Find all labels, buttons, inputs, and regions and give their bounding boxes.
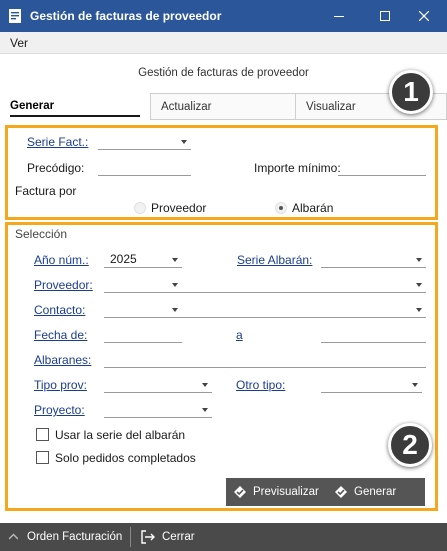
action-button-bar: Previsualizar Generar (226, 478, 425, 506)
contacto-label[interactable]: Contacto: (34, 303, 85, 317)
orden-facturacion-button[interactable]: Orden Facturación (9, 523, 122, 551)
contacto-name-select[interactable] (182, 302, 426, 318)
close-button[interactable] (401, 0, 447, 32)
chevron-up-icon (9, 533, 18, 540)
tab-generar-label: Generar (10, 100, 55, 112)
minimize-button[interactable] (316, 0, 362, 32)
cerrar-button[interactable]: Cerrar (140, 523, 195, 551)
chevron-down-icon (172, 258, 178, 262)
tab-generar[interactable]: Generar (0, 93, 150, 119)
menu-bar: Ver (0, 32, 447, 54)
seleccion-title: Selección (15, 227, 68, 241)
generar-button[interactable]: Generar (334, 478, 396, 506)
chevron-down-icon (202, 408, 208, 412)
chevron-down-icon (181, 140, 187, 144)
serie-fact-label[interactable]: Serie Fact.: (27, 135, 88, 149)
tab-visualizar-label: Visualizar (306, 101, 356, 113)
otro-tipo-label[interactable]: Otro tipo: (236, 378, 285, 392)
chevron-down-icon (202, 383, 208, 387)
previsualizar-button[interactable]: Previsualizar (233, 478, 319, 506)
radio-albaran[interactable] (275, 202, 287, 214)
ano-num-select[interactable]: 2025 (104, 252, 182, 268)
window-title: Gestión de facturas de proveedor (30, 9, 222, 23)
proyecto-select[interactable] (104, 402, 212, 418)
fecha-de-input[interactable] (104, 327, 182, 343)
fecha-a-label[interactable]: a (236, 328, 243, 342)
bottom-bar-separator (130, 527, 131, 547)
tab-actualizar[interactable]: Actualizar (150, 93, 295, 119)
menu-ver[interactable]: Ver (10, 36, 28, 50)
bottom-bar: Orden Facturación Cerrar (0, 523, 447, 551)
minimize-icon (334, 16, 344, 17)
chevron-down-icon (412, 383, 418, 387)
serie-fact-select[interactable] (98, 134, 191, 150)
usar-serie-checkbox[interactable] (36, 428, 49, 441)
fecha-de-label[interactable]: Fecha de: (34, 328, 87, 342)
chevron-down-icon (416, 258, 422, 262)
radio-albaran-label: Albarán (292, 201, 334, 215)
ano-num-label[interactable]: Año núm.: (34, 253, 89, 267)
solo-pedidos-checkbox[interactable] (36, 451, 49, 464)
chevron-down-icon (416, 308, 422, 312)
proveedor-label[interactable]: Proveedor: (34, 278, 93, 292)
precodigo-label: Precódigo: (27, 161, 85, 175)
chevron-down-icon (172, 308, 178, 312)
proyecto-label[interactable]: Proyecto: (34, 403, 85, 417)
contacto-code-select[interactable] (104, 302, 182, 318)
otro-tipo-select[interactable] (321, 377, 422, 393)
albaranes-label[interactable]: Albaranes: (34, 353, 91, 367)
tipo-prov-label[interactable]: Tipo prov: (34, 378, 87, 392)
importe-minimo-input[interactable] (338, 160, 426, 176)
exit-icon (141, 530, 155, 544)
generate-icon (335, 486, 347, 498)
serie-albaran-select[interactable] (321, 252, 426, 268)
chevron-down-icon (416, 283, 422, 287)
callout-badge-2: 2 (388, 423, 432, 467)
factura-por-label: Factura por (15, 184, 77, 198)
albaranes-input[interactable] (104, 352, 426, 368)
form-title: Gestión de facturas de proveedor (138, 67, 309, 79)
app-icon (9, 9, 21, 23)
close-icon (419, 11, 429, 21)
maximize-icon (380, 11, 390, 21)
usar-serie-label: Usar la serie del albarán (55, 428, 186, 442)
solo-pedidos-label: Solo pedidos completados (55, 451, 196, 465)
radio-proveedor-label: Proveedor (151, 201, 207, 215)
proveedor-name-select[interactable] (182, 277, 426, 293)
preview-icon (234, 486, 246, 498)
fecha-a-input[interactable] (321, 327, 426, 343)
chevron-down-icon (172, 283, 178, 287)
proveedor-code-select[interactable] (104, 277, 182, 293)
radio-proveedor[interactable] (134, 202, 146, 214)
serie-albaran-label[interactable]: Serie Albarán: (237, 253, 312, 267)
callout-badge-1: 1 (389, 70, 433, 114)
importe-minimo-label: Importe mínimo: (254, 161, 341, 175)
tipo-prov-select[interactable] (104, 377, 212, 393)
title-bar: Gestión de facturas de proveedor (0, 0, 447, 32)
precodigo-input[interactable] (98, 160, 191, 176)
tab-actualizar-label: Actualizar (161, 101, 212, 113)
tab-divider (150, 119, 447, 120)
